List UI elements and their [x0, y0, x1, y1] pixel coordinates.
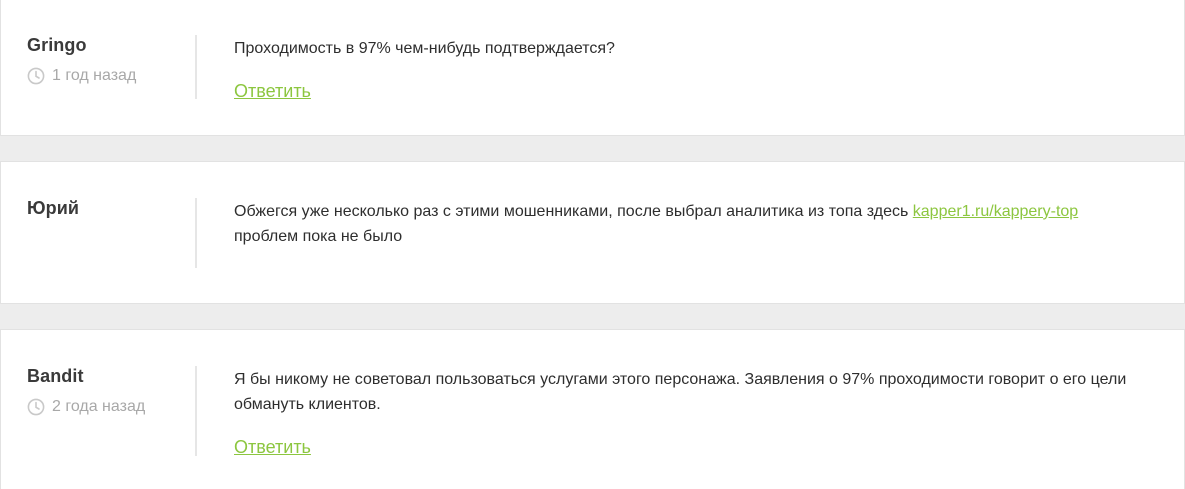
comment-text: Проходимость в 97% чем-нибудь подтвержда…: [234, 40, 615, 57]
comment-body: Обжегся уже несколько раз с этими мошенн…: [234, 199, 1164, 249]
comment-divider: [195, 198, 197, 268]
reply-link[interactable]: Ответить: [234, 79, 311, 103]
comment-body: Я бы никому не советовал пользоваться ус…: [234, 367, 1164, 459]
comment-item: Bandit 2 года назад Я бы никому не совет…: [0, 329, 1185, 489]
comment-time: 2 года назад: [27, 397, 187, 417]
comment-text: Обжегся уже несколько раз с этими мошенн…: [234, 199, 1164, 249]
comment-author: Bandit: [27, 366, 84, 386]
comment-text-part: проблем пока не было: [234, 228, 403, 245]
comment-divider: [195, 35, 197, 99]
comment-meta: Bandit 2 года назад: [27, 364, 187, 417]
comment-text: Я бы никому не советовал пользоваться ус…: [234, 371, 1127, 413]
comment-meta: Gringo 1 год назад: [27, 33, 187, 86]
clock-icon: [27, 67, 45, 85]
comment-author: Юрий: [27, 198, 80, 218]
comment-item: Gringo 1 год назад Проходимость в 97% че…: [0, 0, 1185, 136]
comment-text-part: Обжегся уже несколько раз с этими мошенн…: [234, 203, 913, 220]
comment-author: Gringo: [27, 35, 87, 55]
comment-time-label: 2 года назад: [52, 398, 146, 415]
comment-link[interactable]: kapper1.ru/kappery-top: [913, 203, 1078, 220]
comment-time-label: 1 год назад: [52, 67, 137, 84]
clock-icon: [27, 398, 45, 416]
comment-divider: [195, 366, 197, 456]
comment-body: Проходимость в 97% чем-нибудь подтвержда…: [234, 36, 1164, 103]
comments-list: Gringo 1 год назад Проходимость в 97% че…: [0, 0, 1185, 489]
comment-meta: Юрий: [27, 196, 187, 220]
comment-item: Юрий Обжегся уже несколько раз с этими м…: [0, 161, 1185, 304]
reply-link[interactable]: Ответить: [234, 435, 311, 459]
comment-time: 1 год назад: [27, 66, 187, 86]
